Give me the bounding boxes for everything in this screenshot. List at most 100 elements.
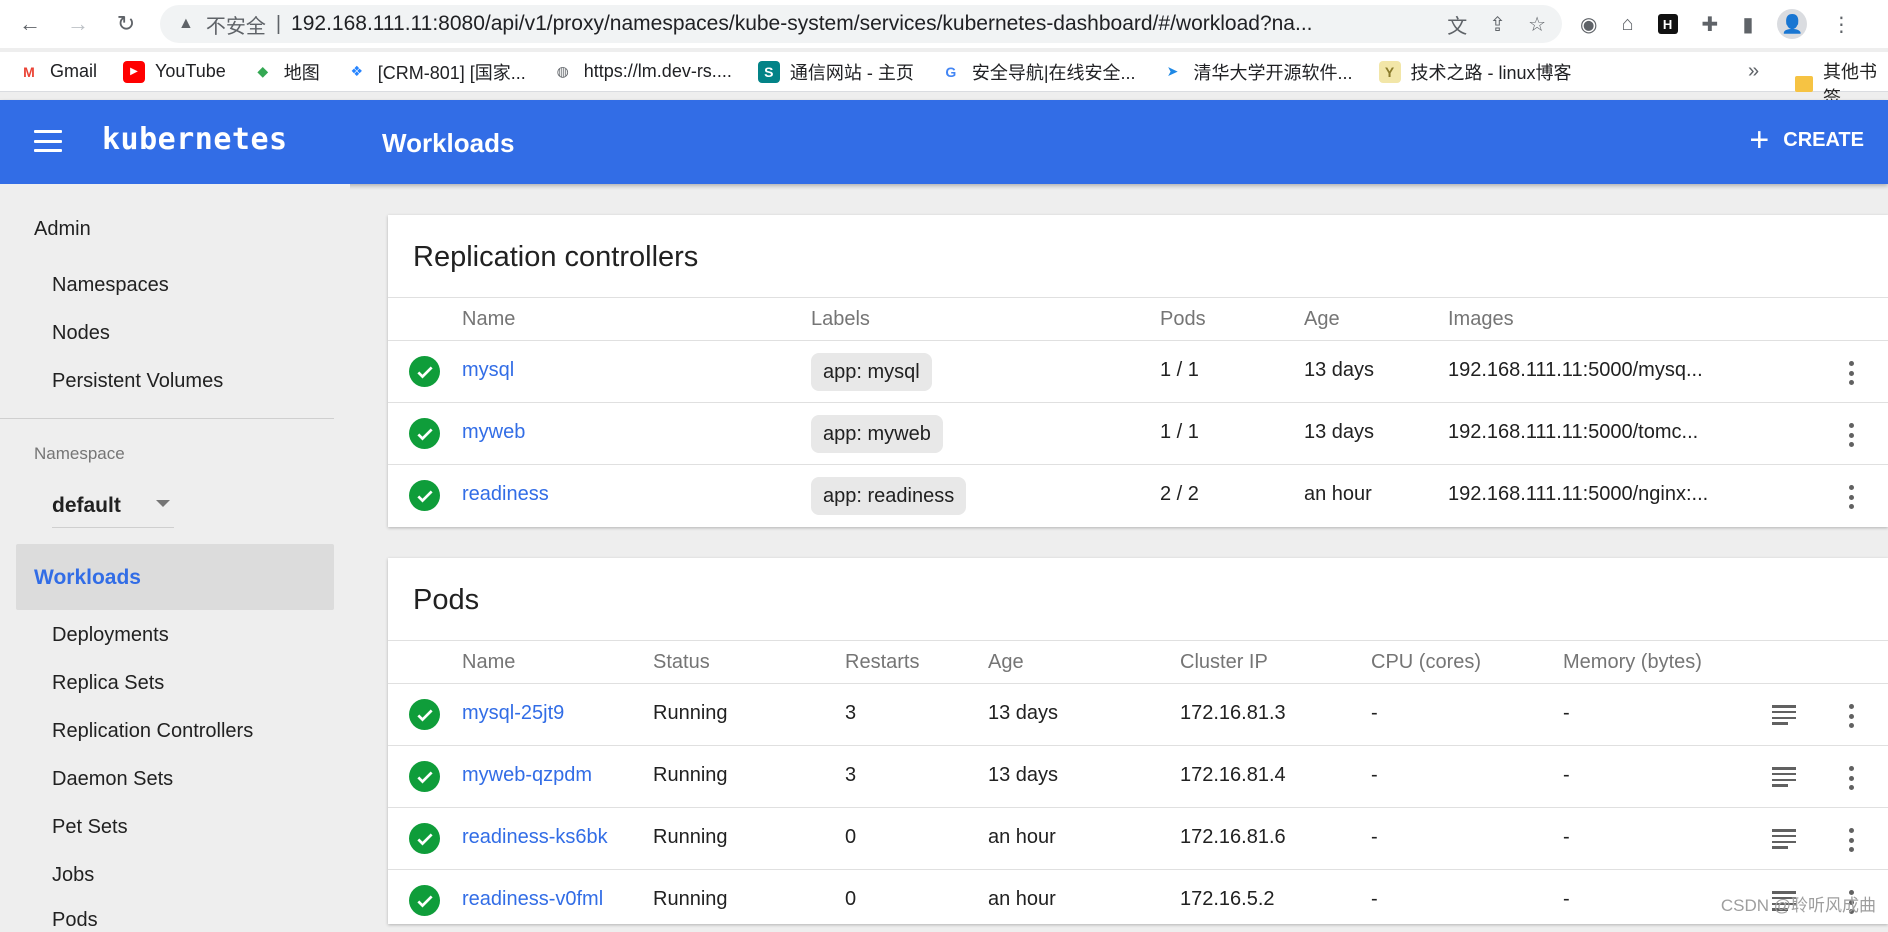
extension-hat-icon[interactable]: ⌂ <box>1621 13 1633 36</box>
sidebar-item-deployments[interactable]: Deployments <box>52 624 169 647</box>
column-header-age[interactable]: Age <box>988 651 1024 674</box>
image-value: 192.168.111.11:5000/nginx:... <box>1448 483 1708 506</box>
rc-name-link[interactable]: myweb <box>462 421 525 444</box>
sidebar-item-jobs[interactable]: Jobs <box>52 864 94 887</box>
check-circle-icon <box>409 418 440 449</box>
status-value: Running <box>653 888 728 911</box>
sidebar-item-namespaces[interactable]: Namespaces <box>52 274 169 297</box>
column-header-name[interactable]: Name <box>462 308 515 331</box>
logs-icon[interactable] <box>1772 705 1796 725</box>
jira-icon: ❖ <box>346 61 368 83</box>
bookmark-tuna[interactable]: ➤清华大学开源软件... <box>1162 59 1353 85</box>
age-value: an hour <box>988 826 1056 849</box>
pod-name-link[interactable]: myweb-qzpdm <box>462 764 592 787</box>
cpu-value: - <box>1371 764 1378 787</box>
card-title: Pods <box>413 584 479 617</box>
pod-name-link[interactable]: readiness-ks6bk <box>462 826 608 849</box>
cpu-value: - <box>1371 826 1378 849</box>
image-value: 192.168.111.11:5000/mysq... <box>1448 359 1703 382</box>
star-icon[interactable]: ☆ <box>1528 12 1546 37</box>
memory-value: - <box>1563 826 1570 849</box>
column-header-age[interactable]: Age <box>1304 308 1340 331</box>
more-vert-icon[interactable] <box>1848 361 1854 385</box>
sidebar-admin[interactable]: Admin <box>34 218 91 241</box>
sidebar-item-nodes[interactable]: Nodes <box>52 322 110 345</box>
pod-name-link[interactable]: readiness-v0fml <box>462 888 603 911</box>
watermark: CSDN @聆听风成曲 <box>1721 891 1876 916</box>
sidepanel-icon[interactable]: ▮ <box>1742 12 1753 37</box>
separator: | <box>276 13 281 36</box>
status-value: Running <box>653 764 728 787</box>
check-circle-icon <box>409 480 440 511</box>
more-vert-icon[interactable] <box>1848 704 1854 728</box>
more-vert-icon[interactable] <box>1848 485 1854 509</box>
extension-h-icon[interactable]: H <box>1658 14 1678 34</box>
profile-avatar-icon[interactable]: 👤 <box>1777 9 1807 39</box>
maps-icon: ◆ <box>252 61 274 83</box>
check-circle-icon <box>409 823 440 854</box>
logs-icon[interactable] <box>1772 829 1796 849</box>
reload-icon[interactable]: ↻ <box>110 8 142 40</box>
column-header-name[interactable]: Name <box>462 651 515 674</box>
more-vert-icon[interactable] <box>1848 766 1854 790</box>
bookmark-crm[interactable]: ❖[CRM-801] [国家... <box>346 59 526 85</box>
sidebar-item-workloads[interactable]: Workloads <box>16 544 334 610</box>
cluster-ip-value: 172.16.81.4 <box>1180 764 1286 787</box>
table-row: readiness-v0fml Running 0 an hour 172.16… <box>388 870 1888 932</box>
table-row: mysql app: mysql 1 / 1 13 days 192.168.1… <box>388 341 1888 403</box>
namespace-select[interactable]: default <box>52 484 174 528</box>
sharepoint-icon: S <box>758 61 780 83</box>
check-circle-icon <box>409 885 440 916</box>
app-header: kubernetes Workloads + CREATE <box>0 100 1888 184</box>
menu-icon[interactable]: ⋮ <box>1831 12 1851 37</box>
restarts-value: 0 <box>845 888 856 911</box>
brand-logo[interactable]: kubernetes <box>102 122 288 157</box>
pods-card: Pods Name Status Restarts Age Cluster IP… <box>388 558 1888 924</box>
puzzle-icon[interactable]: ✚ <box>1702 12 1719 37</box>
cpu-value: - <box>1371 888 1378 911</box>
hamburger-menu-icon[interactable] <box>34 130 62 152</box>
address-bar[interactable]: ▲ 不安全 | 192.168.111.11:8080/api/v1/proxy… <box>160 5 1562 43</box>
age-value: an hour <box>988 888 1056 911</box>
table-row: readiness-ks6bk Running 0 an hour 172.16… <box>388 808 1888 870</box>
logs-icon[interactable] <box>1772 767 1796 787</box>
memory-value: - <box>1563 764 1570 787</box>
cluster-ip-value: 172.16.5.2 <box>1180 888 1275 911</box>
extension-circle-icon[interactable]: ◉ <box>1580 12 1597 37</box>
table-header: Name Status Restarts Age Cluster IP CPU … <box>388 640 1888 684</box>
sidebar-item-pet-sets[interactable]: Pet Sets <box>52 816 128 839</box>
sidebar-item-persistent-volumes[interactable]: Persistent Volumes <box>52 370 223 393</box>
create-button[interactable]: + CREATE <box>1749 126 1864 154</box>
back-icon[interactable]: ← <box>14 8 46 40</box>
bookmark-blog[interactable]: Y技术之路 - linux博客 <box>1379 59 1572 85</box>
age-value: 13 days <box>988 764 1058 787</box>
sidebar-item-pods[interactable]: Pods <box>52 909 98 932</box>
more-vert-icon[interactable] <box>1848 423 1854 447</box>
column-header-status: Status <box>653 651 710 674</box>
bookmark-safety[interactable]: G安全导航|在线安全... <box>940 59 1136 85</box>
bookmark-sharepoint[interactable]: S通信网站 - 主页 <box>758 59 914 85</box>
rc-name-link[interactable]: mysql <box>462 359 514 382</box>
bookmark-maps[interactable]: ◆地图 <box>252 59 320 85</box>
table-row: myweb-qzpdm Running 3 13 days 172.16.81.… <box>388 746 1888 808</box>
forward-icon[interactable]: → <box>62 8 94 40</box>
sidebar-item-replica-sets[interactable]: Replica Sets <box>52 672 164 695</box>
more-vert-icon[interactable] <box>1848 828 1854 852</box>
bookmark-youtube[interactable]: ▶YouTube <box>123 61 226 83</box>
youtube-icon: ▶ <box>123 61 145 83</box>
rc-name-link[interactable]: readiness <box>462 483 549 506</box>
more-bookmarks-icon[interactable]: » <box>1748 60 1759 83</box>
label-chip: app: mysql <box>811 353 932 391</box>
check-circle-icon <box>409 356 440 387</box>
url-text[interactable]: 192.168.111.11:8080/api/v1/proxy/namespa… <box>291 12 1312 36</box>
bookmark-gmail[interactable]: MGmail <box>18 61 97 83</box>
folder-icon <box>1795 76 1813 92</box>
bookmark-lm[interactable]: ◍https://lm.dev-rs.... <box>552 61 732 83</box>
sidebar-item-daemon-sets[interactable]: Daemon Sets <box>52 768 173 791</box>
share-icon[interactable]: ⇪ <box>1489 12 1506 37</box>
table-row: readiness app: readiness 2 / 2 an hour 1… <box>388 465 1888 527</box>
column-header-cluster-ip: Cluster IP <box>1180 651 1268 674</box>
pod-name-link[interactable]: mysql-25jt9 <box>462 702 564 725</box>
sidebar-item-replication-controllers[interactable]: Replication Controllers <box>52 720 253 743</box>
translate-icon[interactable]: 文 <box>1447 10 1467 39</box>
